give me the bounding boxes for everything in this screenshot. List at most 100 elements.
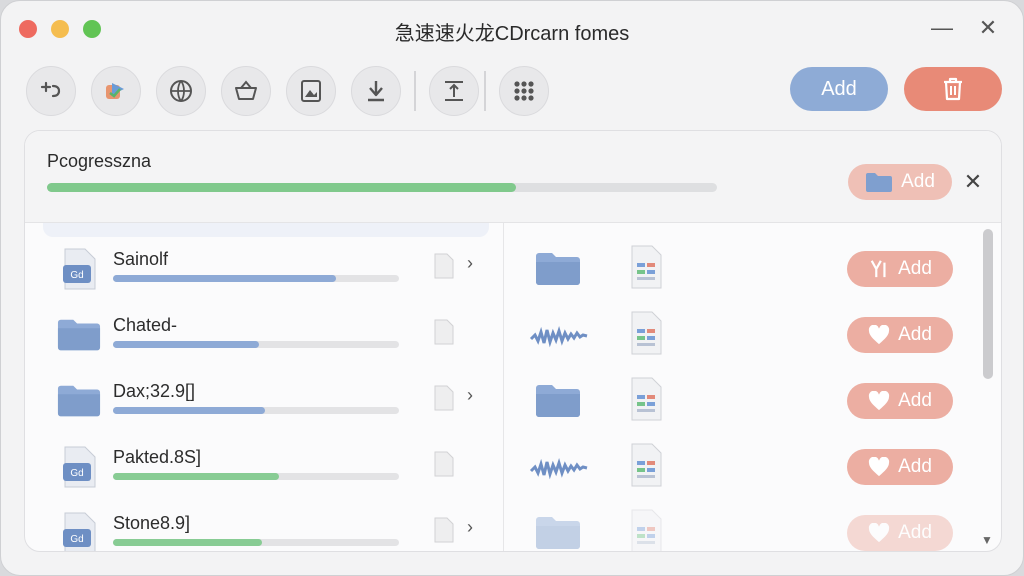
file-progress-fill bbox=[113, 473, 279, 480]
row-add-label: Add bbox=[898, 258, 932, 279]
toolbar: Add bbox=[1, 61, 1023, 119]
waveform-icon bbox=[529, 453, 589, 483]
spreadsheet-icon[interactable] bbox=[629, 245, 663, 289]
file-progress-fill bbox=[113, 539, 262, 546]
spreadsheet-icon[interactable] bbox=[629, 509, 663, 551]
image-button[interactable] bbox=[286, 66, 336, 116]
globe-button[interactable] bbox=[156, 66, 206, 116]
transfer-panel: Pcogresszna Add ✕ Gd Sainolf › Chated- Dax;3… bbox=[24, 130, 1002, 552]
grid-button[interactable] bbox=[499, 66, 549, 116]
grid-icon bbox=[514, 81, 534, 101]
progress-add-label: Add bbox=[901, 171, 935, 192]
basket-icon bbox=[235, 80, 257, 100]
file-progress-bar bbox=[113, 407, 399, 414]
file-name: Stone8.9] bbox=[113, 513, 191, 533]
file-row[interactable]: Chated- bbox=[43, 303, 501, 365]
title-bar[interactable]: 急速速火龙CDrcarn fomes — ✕ bbox=[1, 1, 1023, 55]
heart-icon bbox=[868, 523, 890, 543]
document-icon[interactable] bbox=[433, 253, 455, 279]
column-divider bbox=[503, 223, 504, 551]
svg-text:Gd: Gd bbox=[70, 270, 83, 281]
file-name: Pakted.8S] bbox=[113, 447, 202, 467]
image-icon bbox=[301, 80, 321, 102]
minimize-button[interactable]: — bbox=[929, 15, 955, 41]
action-row: Add bbox=[515, 237, 985, 299]
heart-icon bbox=[868, 391, 890, 411]
document-icon[interactable] bbox=[433, 385, 455, 411]
row-add-button[interactable]: Add bbox=[847, 383, 953, 419]
download-button[interactable] bbox=[351, 66, 401, 116]
svg-text:Gd: Gd bbox=[70, 534, 83, 545]
svg-text:Gd: Gd bbox=[70, 468, 83, 479]
app-window: 急速速火龙CDrcarn fomes — ✕ Add Pcogresszna A… bbox=[0, 0, 1024, 576]
globe-icon bbox=[170, 80, 192, 102]
file-progress-bar bbox=[113, 341, 399, 348]
row-add-label: Add bbox=[898, 390, 932, 411]
action-row: Add bbox=[515, 369, 985, 431]
file-name: Sainolf bbox=[113, 249, 169, 269]
chevron-right-icon[interactable]: › bbox=[467, 253, 473, 274]
file-progress-fill bbox=[113, 341, 259, 348]
file-row[interactable]: Gd Sainolf › bbox=[43, 237, 501, 299]
file-progress-bar bbox=[113, 473, 399, 480]
close-button[interactable]: ✕ bbox=[975, 15, 1001, 41]
row-add-label: Add bbox=[898, 456, 932, 477]
progress-header: Pcogresszna Add ✕ bbox=[25, 131, 1001, 223]
action-row: Add bbox=[515, 501, 985, 551]
document-icon[interactable] bbox=[433, 319, 455, 345]
waveform-icon bbox=[529, 321, 589, 351]
delete-button[interactable] bbox=[904, 67, 1002, 111]
folder-icon bbox=[57, 313, 101, 357]
selected-row-edge bbox=[43, 223, 489, 237]
file-progress-bar bbox=[113, 275, 399, 282]
archive-icon: Gd bbox=[57, 247, 101, 291]
row-add-button[interactable]: Add bbox=[847, 515, 953, 551]
spreadsheet-icon[interactable] bbox=[629, 443, 663, 487]
row-add-button[interactable]: Add bbox=[847, 449, 953, 485]
progress-add-button[interactable]: Add bbox=[848, 164, 952, 200]
text-cursor-button[interactable] bbox=[429, 66, 479, 116]
progress-close-button[interactable]: ✕ bbox=[961, 169, 985, 195]
row-add-button[interactable]: Add bbox=[847, 317, 953, 353]
spreadsheet-icon[interactable] bbox=[629, 311, 663, 355]
chevron-right-icon[interactable]: › bbox=[467, 517, 473, 538]
folder-icon bbox=[535, 515, 581, 551]
heart-icon bbox=[868, 457, 890, 477]
row-add-label: Add bbox=[898, 324, 932, 345]
toolbar-separator bbox=[414, 71, 416, 111]
import-icon bbox=[106, 83, 124, 99]
trash-icon bbox=[944, 77, 962, 101]
file-name: Chated- bbox=[113, 315, 178, 335]
basket-button[interactable] bbox=[221, 66, 271, 116]
progress-fill bbox=[47, 183, 516, 192]
document-icon[interactable] bbox=[433, 517, 455, 543]
scrollbar-thumb[interactable] bbox=[983, 229, 993, 379]
archive-icon: Gd bbox=[57, 511, 101, 551]
file-progress-bar bbox=[113, 539, 399, 546]
scroll-down-arrow[interactable]: ▼ bbox=[981, 533, 993, 547]
file-row[interactable]: Dax;32.9[] › bbox=[43, 369, 501, 431]
file-row[interactable]: Gd Pakted.8S] bbox=[43, 435, 501, 497]
window-title: 急速速火龙CDrcarn fomes bbox=[394, 23, 630, 45]
add-link-button[interactable] bbox=[26, 66, 76, 116]
progress-bar bbox=[47, 183, 717, 192]
action-row: Add bbox=[515, 435, 985, 497]
add-link-icon bbox=[40, 81, 61, 98]
add-button[interactable]: Add bbox=[790, 67, 888, 111]
row-add-label: Add bbox=[898, 522, 932, 543]
file-progress-fill bbox=[113, 407, 265, 414]
file-row[interactable]: Gd Stone8.9] › bbox=[43, 501, 501, 551]
text-cursor-icon bbox=[445, 81, 463, 101]
archive-icon: Gd bbox=[57, 445, 101, 489]
spreadsheet-icon[interactable] bbox=[629, 377, 663, 421]
row-add-button[interactable]: Add bbox=[847, 251, 953, 287]
document-icon[interactable] bbox=[433, 451, 455, 477]
import-button[interactable] bbox=[91, 66, 141, 116]
toolbar-separator bbox=[484, 71, 486, 111]
chevron-right-icon[interactable]: › bbox=[467, 385, 473, 406]
folder-icon bbox=[535, 251, 581, 287]
scrollbar[interactable]: ▼ bbox=[981, 229, 995, 547]
heart-icon bbox=[868, 325, 890, 345]
action-row: Add bbox=[515, 303, 985, 365]
file-name: Dax;32.9[] bbox=[113, 381, 196, 401]
